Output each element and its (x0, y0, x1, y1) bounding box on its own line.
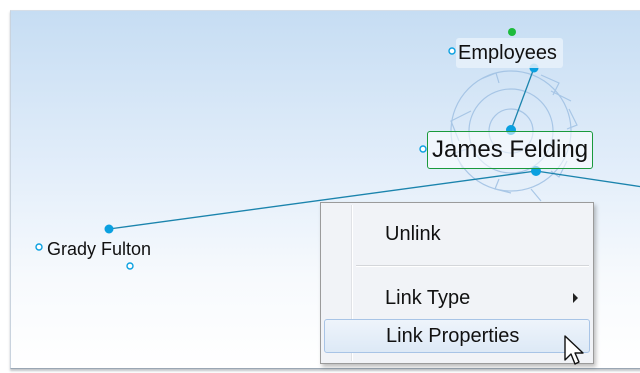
menu-item-link-type[interactable]: Link Type (324, 281, 590, 315)
employees-anchor-handle[interactable] (448, 47, 456, 55)
grady-link-handle[interactable] (104, 224, 114, 234)
menu-item-link-type-label: Link Type (385, 287, 471, 309)
menu-separator (356, 265, 589, 267)
mouse-pointer-icon (564, 335, 584, 365)
grady-anchor-handle[interactable] (35, 243, 43, 251)
node-james-felding[interactable]: James Felding (427, 131, 594, 169)
link-james-right[interactable] (535, 170, 640, 188)
menu-item-link-properties[interactable]: Link Properties (324, 319, 590, 353)
node-grady-fulton[interactable]: Grady Fulton (47, 236, 151, 262)
menu-item-unlink[interactable]: Unlink (324, 217, 590, 251)
top-handle[interactable] (508, 28, 516, 36)
james-anchor-handle[interactable] (419, 145, 427, 153)
node-employees[interactable]: Employees (456, 38, 563, 68)
submenu-arrow-icon (573, 293, 578, 303)
context-menu: Unlink Link Type Link Properties (320, 202, 594, 364)
grady-bottom-handle[interactable] (126, 262, 134, 270)
